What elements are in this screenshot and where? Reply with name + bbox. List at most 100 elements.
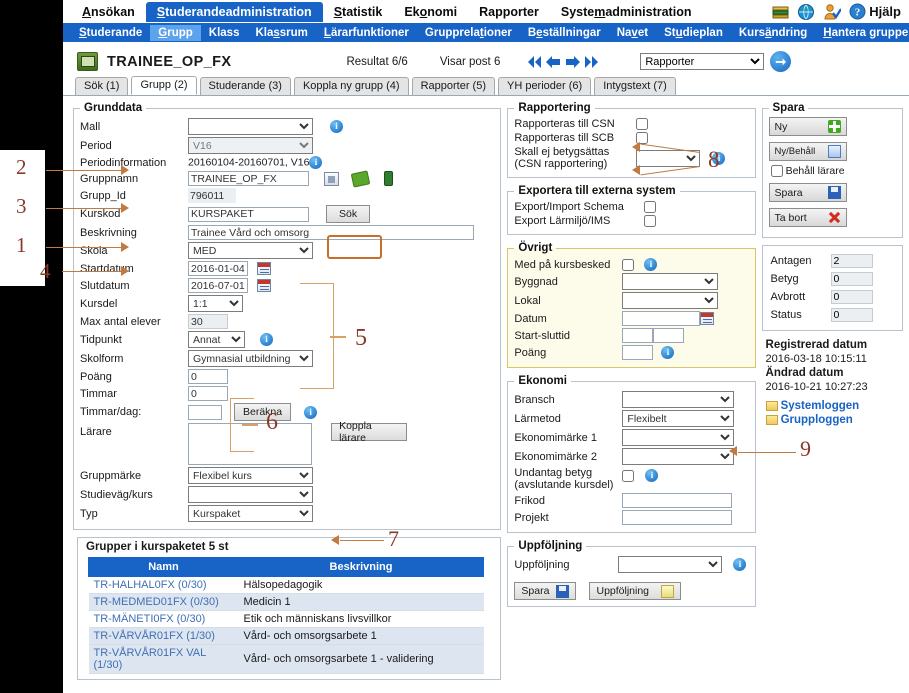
pencil-icon[interactable] [350,169,371,188]
ekonomimarke-2-select[interactable] [622,448,735,466]
submenu-item-grupp[interactable]: Grupp [150,24,201,41]
sluttid-input[interactable] [653,328,685,344]
skall-ej-betygsattas-select[interactable] [636,149,701,167]
submenu-item-hantera-grupper[interactable]: Hantera grupper [815,25,909,41]
help-button[interactable]: ? Hjälp [849,3,901,20]
datum-input[interactable] [622,311,701,327]
startdatum-input[interactable] [188,261,248,277]
cell-namn[interactable]: TR-MEDMED01FX (0/30) [88,593,239,612]
larmetod-select[interactable]: Flexibelt [622,410,735,428]
lokal-select[interactable] [622,292,719,310]
menu-item-ekonomi[interactable]: Ekonomi [393,2,468,22]
startdatum-calendar-icon[interactable] [257,262,272,276]
koppla-larare-button[interactable]: Koppla lärare [331,420,408,444]
byggnad-select[interactable] [622,273,719,291]
menu-item-studerandeadministration[interactable]: Studerandeadministration [145,1,323,22]
globe-icon[interactable] [797,3,817,21]
med-pa-kursbesked-checkbox[interactable] [622,258,635,271]
tidpunkt-info-icon[interactable]: i [260,333,274,347]
behall-larare-checkbox[interactable] [770,165,783,178]
systemloggen-row[interactable]: Systemloggen [765,399,903,413]
table-row[interactable]: TR-MEDMED01FX (0/30) Medicin 1 [88,593,484,612]
projekt-input[interactable] [622,510,733,526]
typ-select[interactable]: Kurspaket [188,505,313,523]
skolform-select[interactable]: Gymnasial utbildning [188,350,313,368]
last-record-icon[interactable] [583,54,600,70]
ta-bort-button[interactable]: Ta bort [768,208,847,228]
gruppmarke-select[interactable]: Flexibel kurs [188,467,313,485]
table-row[interactable]: TR-MÄNETI0FX (0/30) Etik och människans … [88,610,484,629]
ekonomimarke-1-select[interactable] [622,429,735,447]
tidpunkt-select[interactable]: Annat [188,331,245,349]
slutdatum-calendar-icon[interactable] [257,279,272,293]
ovrigt-poang-info-icon[interactable]: i [661,346,675,360]
tab-sok[interactable]: Sök (1) [75,77,129,95]
systemloggen-link[interactable]: Systemloggen [781,400,860,412]
undantag-betyg-checkbox[interactable] [622,469,635,482]
menu-item-ansokan[interactable]: AAnsökannsökan [71,2,146,22]
menu-item-rapporter[interactable]: Rapporter [468,2,550,22]
undantag-info-icon[interactable]: i [645,469,659,483]
starttid-input[interactable] [622,328,654,344]
go-arrow-icon[interactable]: ➞ [770,51,792,72]
bransch-select[interactable] [622,391,735,409]
uppfoljning-select[interactable] [618,556,723,574]
first-record-icon[interactable] [526,54,543,70]
spara-button[interactable]: Spara [768,183,847,203]
timmar-dag-input[interactable] [188,404,222,420]
timmar-input[interactable] [188,386,228,402]
period-select[interactable]: V16 [188,137,313,154]
user-check-icon[interactable] [823,3,843,21]
note-icon[interactable] [324,171,340,186]
slutdatum-input[interactable] [188,278,248,294]
ny-button[interactable]: Ny [768,117,847,136]
previous-record-icon[interactable] [545,54,562,70]
ny-behall-button[interactable]: Ny/Behåll [768,142,847,161]
submenu-item-grupprelationer[interactable]: Grupprelationer [417,25,520,41]
frikod-input[interactable] [622,493,733,509]
ovrigt-poang-input[interactable] [622,345,654,361]
max-antal-elever-input[interactable] [188,314,228,330]
submenu-item-studieplan[interactable]: Studieplan [656,25,731,41]
submenu-item-navet[interactable]: Navet [609,25,656,41]
kurskod-sok-button[interactable]: Sök [326,205,371,224]
timmar-dag-info-icon[interactable]: i [304,405,318,419]
submenu-item-klass[interactable]: Klass [201,25,248,41]
books-icon[interactable] [771,3,791,21]
ovrigt-datum-calendar-icon[interactable] [700,312,715,326]
cell-namn[interactable]: TR-HALHAL0FX (0/30) [88,576,239,595]
skola-select[interactable]: MED [188,242,313,260]
tab-koppla-ny-grupp[interactable]: Koppla ny grupp (4) [293,77,409,95]
export-import-schema-checkbox[interactable] [644,201,657,214]
table-row[interactable]: TR-VÅRVÅR01FX (1/30) Vård- och omsorgsar… [88,627,484,646]
tab-grupp[interactable]: Grupp (2) [131,76,197,95]
report-select[interactable]: Rapporter [640,53,765,70]
next-record-icon[interactable] [564,54,581,70]
phone-icon[interactable] [384,171,394,187]
tab-rapporter[interactable]: Rapporter (5) [411,77,495,95]
menu-item-systemadministration[interactable]: Systemadministration [550,2,703,22]
rapporteras-csn-checkbox[interactable] [636,118,649,131]
submenu-item-lararfunktioner[interactable]: Lärarfunktioner [316,25,417,41]
submenu-item-klassrum[interactable]: Klassrum [247,25,315,41]
cell-namn[interactable]: TR-VÅRVÅR01FX (1/30) [88,627,239,646]
table-row[interactable]: TR-HALHAL0FX (0/30) Hälsopedagogik [88,576,484,595]
export-larmiljo-checkbox[interactable] [644,215,657,228]
grupploggen-row[interactable]: Grupploggen [765,413,903,427]
kursdel-select[interactable]: 1:1 [188,295,243,313]
studievag-select[interactable] [188,486,313,504]
grupploggen-link[interactable]: Grupploggen [781,414,853,426]
periodinformation-info-icon[interactable]: i [309,156,323,169]
menu-item-statistik[interactable]: Statistik [323,2,394,22]
tab-studerande[interactable]: Studerande (3) [199,77,291,95]
gruppnamn-input[interactable] [188,171,309,186]
table-row[interactable]: TR-VÅRVÅR01FX VAL (1/30) Vård- och omsor… [88,644,484,675]
submenu-item-bestallningar[interactable]: Beställningar [520,25,609,41]
tab-intygstext[interactable]: Intygstext (7) [594,77,676,95]
mall-select[interactable] [188,118,313,135]
poang-input[interactable] [188,369,228,385]
uppfoljning-info-icon[interactable]: i [733,558,747,572]
mall-info-icon[interactable]: i [330,120,344,134]
cell-namn[interactable]: TR-MÄNETI0FX (0/30) [88,610,239,629]
uppfoljning-button[interactable]: Uppföljning [589,582,682,601]
